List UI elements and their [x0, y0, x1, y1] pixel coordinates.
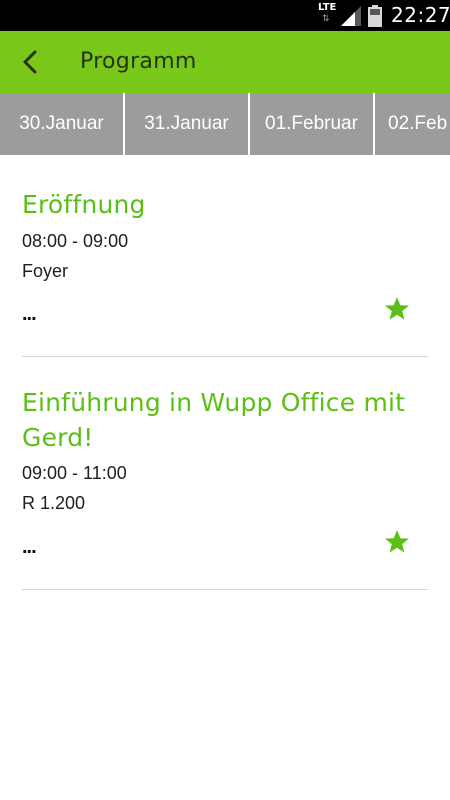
star-icon: [385, 297, 409, 320]
battery-icon: [368, 5, 382, 27]
event-room: Foyer: [22, 261, 69, 281]
event-card[interactable]: Einführung in Wupp Office mit Gerd! 09:0…: [22, 357, 428, 590]
tab-30-januar[interactable]: 30.Januar: [0, 93, 125, 155]
tab-31-januar[interactable]: 31.Januar: [125, 93, 250, 155]
page-title: Programm: [80, 49, 197, 74]
clock: 22:27: [391, 3, 450, 27]
event-title: Eröffnung: [22, 190, 146, 219]
tab-02-februar[interactable]: 02.Feb: [375, 93, 450, 155]
star-icon: [385, 530, 409, 553]
date-tabs: 30.Januar 31.Januar 01.Februar 02.Feb: [0, 93, 450, 155]
favorite-button[interactable]: [384, 529, 410, 555]
event-title: Einführung in Wupp Office mit Gerd!: [22, 388, 406, 452]
chevron-left-icon: [23, 50, 37, 74]
more-button[interactable]: ...: [22, 304, 37, 324]
favorite-button[interactable]: [384, 296, 410, 322]
more-button[interactable]: ...: [22, 537, 37, 557]
event-room: R 1.200: [22, 493, 86, 513]
tab-01-februar[interactable]: 01.Februar: [250, 93, 375, 155]
event-card[interactable]: Eröffnung 08:00 - 09:00 Foyer ...: [22, 155, 428, 357]
event-time: 09:00 - 11:00: [22, 463, 127, 483]
data-activity-icon: ⇅: [322, 14, 330, 24]
status-bar: LTE ⇅ 22:27: [0, 0, 450, 31]
network-type-label: LTE: [318, 2, 337, 13]
signal-icon: [341, 6, 361, 26]
event-list: Eröffnung 08:00 - 09:00 Foyer ... Einfüh…: [0, 155, 450, 590]
back-button[interactable]: [13, 46, 47, 78]
app-bar: Programm: [0, 31, 450, 93]
event-time: 08:00 - 09:00: [22, 231, 129, 251]
